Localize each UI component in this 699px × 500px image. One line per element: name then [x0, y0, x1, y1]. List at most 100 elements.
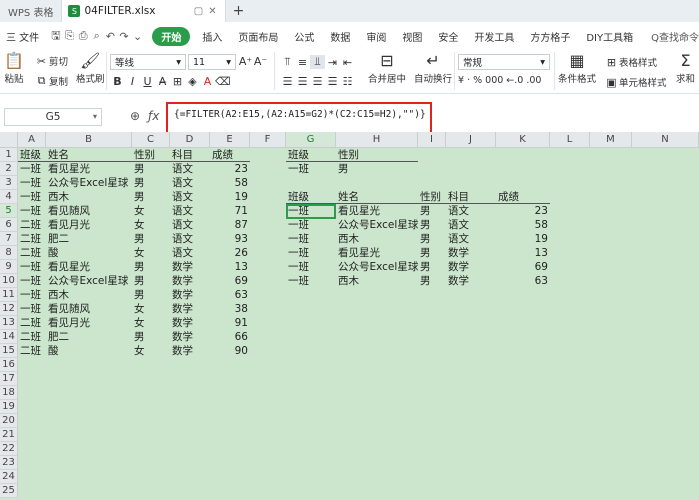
source-data-cell[interactable]: 男	[134, 260, 168, 274]
tab-developer[interactable]: 开发工具	[466, 29, 522, 44]
filter-result-cell[interactable]: 数学	[448, 246, 494, 260]
source-data-cell[interactable]: 数学	[172, 288, 208, 302]
source-data-cell[interactable]: 公众号Excel星球	[48, 274, 130, 288]
row-header-10[interactable]: 10	[0, 274, 18, 288]
name-box[interactable]: G5 ▾	[4, 108, 102, 126]
source-data-cell[interactable]: 酸	[48, 344, 130, 358]
row-header-18[interactable]: 18	[0, 386, 18, 400]
cut-button[interactable]: ✂ 剪切	[34, 54, 68, 69]
filter-result-cell[interactable]: 公众号Excel星球	[338, 260, 418, 274]
print-preview-icon[interactable]: ⌕	[90, 29, 104, 43]
source-data-cell[interactable]: 女	[134, 344, 168, 358]
column-header-B[interactable]: B	[46, 132, 132, 148]
table-style-button[interactable]: ⊞ 表格样式	[604, 55, 657, 70]
undo-icon[interactable]: ↶	[104, 30, 118, 43]
tab-data[interactable]: 数据	[322, 29, 358, 44]
source-data-cell[interactable]: 女	[134, 204, 168, 218]
row-header-21[interactable]: 21	[0, 428, 18, 442]
tab-formulas[interactable]: 公式	[286, 29, 322, 44]
align-right-icon[interactable]: ☰	[310, 75, 325, 88]
align-middle-icon[interactable]: ≡	[295, 56, 310, 69]
criteria-header-cell[interactable]: 班级	[288, 148, 334, 162]
source-data-cell[interactable]: 男	[134, 274, 168, 288]
source-header-cell[interactable]: 成绩	[212, 148, 248, 162]
filter-result-cell[interactable]: 看见星光	[338, 246, 416, 260]
row-header-20[interactable]: 20	[0, 414, 18, 428]
tab-diy-toolbox[interactable]: DIY工具箱	[578, 29, 641, 44]
filter-result-cell[interactable]: 13	[498, 246, 548, 260]
filter-result-cell[interactable]: 数学	[448, 274, 494, 288]
save-icon[interactable]: 🖫	[49, 27, 63, 46]
row-header-8[interactable]: 8	[0, 246, 18, 260]
source-data-cell[interactable]: 数学	[172, 302, 208, 316]
source-data-cell[interactable]: 66	[212, 330, 248, 344]
print-icon[interactable]: ⎙	[76, 29, 90, 43]
formula-input-highlight[interactable]: {=FILTER(A2:E15,(A2:A15=G2)*(C2:C15=H2),…	[166, 102, 432, 136]
align-center-icon[interactable]: ☰	[295, 75, 310, 88]
filter-result-cell[interactable]: 男	[420, 274, 444, 288]
source-data-cell[interactable]: 看见月光	[48, 316, 130, 330]
source-data-cell[interactable]: 63	[212, 288, 248, 302]
column-header-D[interactable]: D	[170, 132, 210, 148]
filter-result-cell[interactable]: 一班	[288, 260, 334, 274]
row-header-2[interactable]: 2	[0, 162, 18, 176]
distributed-icon[interactable]: ☷	[340, 75, 355, 88]
row-header-19[interactable]: 19	[0, 400, 18, 414]
filter-result-cell[interactable]: 数学	[448, 260, 494, 274]
source-header-cell[interactable]: 姓名	[48, 148, 130, 162]
filter-result-cell[interactable]: 19	[498, 232, 548, 246]
row-header-1[interactable]: 1	[0, 148, 18, 162]
filter-result-cell[interactable]: 一班	[288, 246, 334, 260]
source-data-cell[interactable]: 看见随风	[48, 302, 130, 316]
row-header-15[interactable]: 15	[0, 344, 18, 358]
align-left-icon[interactable]: ☰	[280, 75, 295, 88]
row-header-9[interactable]: 9	[0, 260, 18, 274]
row-header-5[interactable]: 5	[0, 204, 18, 218]
source-data-cell[interactable]: 二班	[20, 330, 44, 344]
spreadsheet-grid[interactable]: ABCDEFGHIJKLMN 1 2 3 4 5 6 7 8 9 10 11 12 13 14 15 16 17…	[0, 132, 699, 500]
source-data-cell[interactable]: 语文	[172, 232, 208, 246]
source-data-cell[interactable]: 90	[212, 344, 248, 358]
source-data-cell[interactable]: 西木	[48, 288, 130, 302]
borders-icon[interactable]: ⊞	[170, 75, 185, 88]
source-data-cell[interactable]: 肥二	[48, 330, 130, 344]
source-data-cell[interactable]: 91	[212, 316, 248, 330]
justify-icon[interactable]: ☰	[325, 75, 340, 88]
outdent-icon[interactable]: ⇤	[340, 56, 355, 69]
active-cell-selection[interactable]	[286, 204, 336, 219]
source-data-cell[interactable]: 语文	[172, 218, 208, 232]
row-header-23[interactable]: 23	[0, 456, 18, 470]
redo-icon[interactable]: ↷	[117, 30, 131, 43]
result-header-cell[interactable]: 成绩	[498, 190, 548, 204]
filter-result-cell[interactable]: 语文	[448, 232, 494, 246]
wrap-text-button[interactable]: ↵ 自动换行	[414, 51, 452, 85]
file-menu[interactable]: 三 文件	[0, 29, 49, 44]
tab-view[interactable]: 视图	[394, 29, 430, 44]
wps-home-tab[interactable]: WPS 表格	[0, 0, 63, 22]
row-header-24[interactable]: 24	[0, 470, 18, 484]
result-header-cell[interactable]: 姓名	[338, 190, 416, 204]
source-data-cell[interactable]: 男	[134, 288, 168, 302]
conditional-format-button[interactable]: ▦ 条件格式	[558, 51, 596, 85]
filter-result-cell[interactable]: 一班	[288, 218, 334, 232]
export-pdf-icon[interactable]: ⎘	[63, 29, 77, 43]
source-header-cell[interactable]: 班级	[20, 148, 44, 162]
row-header-13[interactable]: 13	[0, 316, 18, 330]
cell-style-button[interactable]: ▣ 单元格样式	[604, 75, 666, 90]
filter-result-cell[interactable]: 西木	[338, 232, 416, 246]
source-data-cell[interactable]: 男	[134, 330, 168, 344]
filter-result-cell[interactable]: 63	[498, 274, 548, 288]
font-size-select[interactable]: 11 ▾	[188, 54, 236, 70]
row-header-16[interactable]: 16	[0, 358, 18, 372]
column-header-A[interactable]: A	[18, 132, 46, 148]
filter-result-cell[interactable]: 58	[498, 218, 548, 232]
filter-result-cell[interactable]: 语文	[448, 218, 494, 232]
source-data-cell[interactable]: 二班	[20, 316, 44, 330]
underline-icon[interactable]: U	[140, 75, 155, 88]
source-data-cell[interactable]: 西木	[48, 190, 130, 204]
column-header-K[interactable]: K	[496, 132, 550, 148]
filter-result-cell[interactable]: 男	[420, 204, 444, 218]
source-data-cell[interactable]: 87	[212, 218, 248, 232]
filter-result-cell[interactable]: 23	[498, 204, 548, 218]
filter-result-cell[interactable]: 男	[420, 232, 444, 246]
